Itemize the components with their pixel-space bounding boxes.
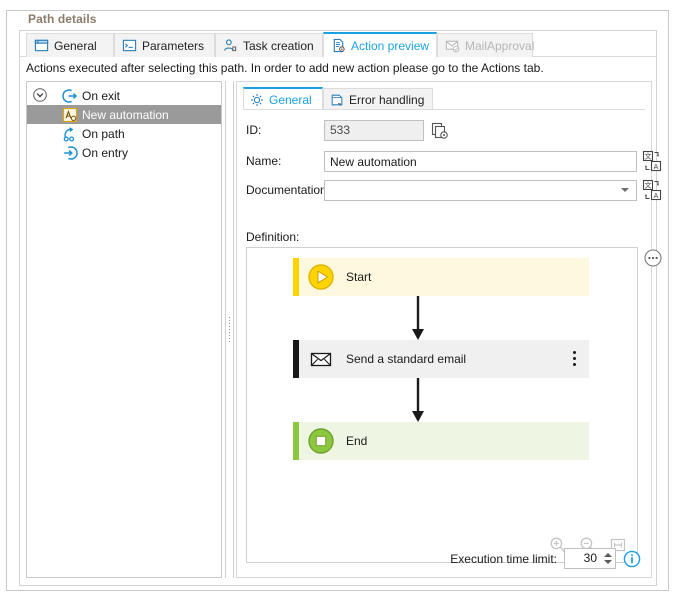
tab-general-label: General bbox=[54, 38, 97, 53]
gear-icon bbox=[251, 93, 263, 106]
documentation-dropdown-arrow[interactable] bbox=[621, 188, 629, 192]
tab-parameters[interactable]: Parameters bbox=[114, 33, 215, 57]
tree-item-on-path-label: On path bbox=[82, 126, 125, 141]
definition-canvas[interactable]: Start Send a standard email End bbox=[246, 247, 638, 563]
window-icon bbox=[34, 39, 49, 52]
definition-label: Definition: bbox=[246, 230, 300, 244]
path-details-inner-panel: General Parameters Task creation Action … bbox=[19, 30, 662, 586]
on-path-icon bbox=[63, 126, 75, 142]
node-end-label: End bbox=[346, 434, 368, 448]
path-details-groupbox: Path details General Parameters Task cre… bbox=[6, 10, 669, 591]
execution-time-limit-row: Execution time limit: 30 bbox=[450, 548, 641, 569]
error-document-icon bbox=[331, 94, 343, 106]
splitter-line-right bbox=[233, 81, 234, 578]
workflow-node-start[interactable]: Start bbox=[293, 258, 589, 296]
path-details-title: Path details bbox=[23, 12, 102, 26]
translate-icon[interactable]: 文 A bbox=[642, 179, 662, 201]
splitter-line-left bbox=[225, 81, 226, 578]
panel-splitter[interactable] bbox=[225, 81, 234, 578]
tree-item-new-automation-label: New automation bbox=[82, 107, 169, 122]
svg-text:A: A bbox=[654, 193, 659, 200]
id-field[interactable]: 533 bbox=[324, 120, 424, 141]
tab-task-creation-label: Task creation bbox=[243, 38, 314, 53]
tree-item-on-entry[interactable]: On entry bbox=[27, 143, 221, 162]
subtab-error-handling-label: Error handling bbox=[349, 92, 425, 107]
name-label: Name: bbox=[246, 154, 282, 168]
console-icon bbox=[122, 39, 137, 52]
tab-general[interactable]: General bbox=[26, 33, 114, 57]
person-task-icon bbox=[224, 39, 237, 52]
svg-text:文: 文 bbox=[645, 181, 652, 190]
document-gear-icon bbox=[333, 38, 345, 53]
spinner-up-arrow[interactable] bbox=[604, 553, 612, 557]
mail-check-icon bbox=[445, 40, 460, 53]
main-tabstrip: General Parameters Task creation Action … bbox=[20, 31, 656, 58]
on-exit-icon bbox=[62, 88, 78, 103]
description-text: Actions executed after selecting this pa… bbox=[26, 61, 544, 75]
tab-action-preview-label: Action preview bbox=[351, 38, 430, 53]
splitter-grip[interactable] bbox=[229, 316, 230, 343]
on-entry-icon bbox=[64, 145, 78, 160]
spinner-down-arrow[interactable] bbox=[604, 560, 612, 564]
email-icon bbox=[310, 352, 332, 367]
subtab-error-handling[interactable]: Error handling bbox=[323, 88, 433, 110]
node-body[interactable]: Start bbox=[299, 258, 589, 296]
execution-time-limit-label: Execution time limit: bbox=[450, 551, 557, 566]
spinner-arrows[interactable] bbox=[601, 549, 615, 568]
node-action-label: Send a standard email bbox=[346, 352, 467, 366]
automation-tree-panel[interactable]: On exit New automation On path On entry bbox=[26, 81, 222, 578]
collapse-icon[interactable] bbox=[32, 87, 48, 103]
tab-mailapproval-label: MailApproval bbox=[465, 38, 535, 53]
action-detail-panel: General Error handling ID: 533 Name: New… bbox=[236, 81, 662, 578]
tree-item-on-exit[interactable]: On exit bbox=[27, 86, 221, 105]
documentation-input[interactable] bbox=[324, 180, 637, 201]
info-icon[interactable] bbox=[623, 550, 641, 568]
node-context-menu-icon[interactable] bbox=[573, 351, 577, 367]
tree-item-on-entry-label: On entry bbox=[82, 145, 129, 160]
stop-icon bbox=[308, 428, 334, 454]
translate-icon[interactable]: 文 A bbox=[642, 150, 662, 172]
tab-parameters-label: Parameters bbox=[142, 38, 205, 53]
workflow-node-send-email[interactable]: Send a standard email bbox=[293, 340, 589, 378]
automation-icon bbox=[62, 107, 78, 122]
node-start-label: Start bbox=[346, 270, 372, 284]
tree-item-on-exit-label: On exit bbox=[82, 88, 121, 103]
tree-item-new-automation[interactable]: New automation bbox=[27, 105, 221, 124]
subtab-underline bbox=[243, 109, 645, 110]
svg-text:文: 文 bbox=[645, 152, 652, 161]
subtab-general[interactable]: General bbox=[243, 87, 323, 110]
tree-item-on-path[interactable]: On path bbox=[27, 124, 221, 143]
tab-action-preview[interactable]: Action preview bbox=[323, 32, 437, 58]
documentation-label: Documentation: bbox=[246, 183, 331, 197]
copy-settings-icon[interactable] bbox=[430, 121, 450, 141]
node-body[interactable]: End bbox=[299, 422, 589, 460]
tab-mailapproval[interactable]: MailApproval bbox=[437, 33, 535, 57]
id-label: ID: bbox=[246, 123, 262, 137]
name-input[interactable] bbox=[324, 151, 637, 172]
tab-task-creation[interactable]: Task creation bbox=[215, 33, 323, 57]
execution-time-limit-value[interactable]: 30 bbox=[565, 549, 601, 568]
subtab-general-label: General bbox=[269, 92, 312, 107]
detail-subtabstrip: General Error handling bbox=[243, 87, 645, 110]
node-body[interactable]: Send a standard email bbox=[299, 340, 589, 378]
execution-time-limit-spinner[interactable]: 30 bbox=[564, 548, 616, 569]
workflow-node-end[interactable]: End bbox=[293, 422, 589, 460]
more-options-icon[interactable] bbox=[643, 248, 663, 268]
svg-text:A: A bbox=[654, 164, 659, 171]
play-icon bbox=[308, 264, 334, 290]
